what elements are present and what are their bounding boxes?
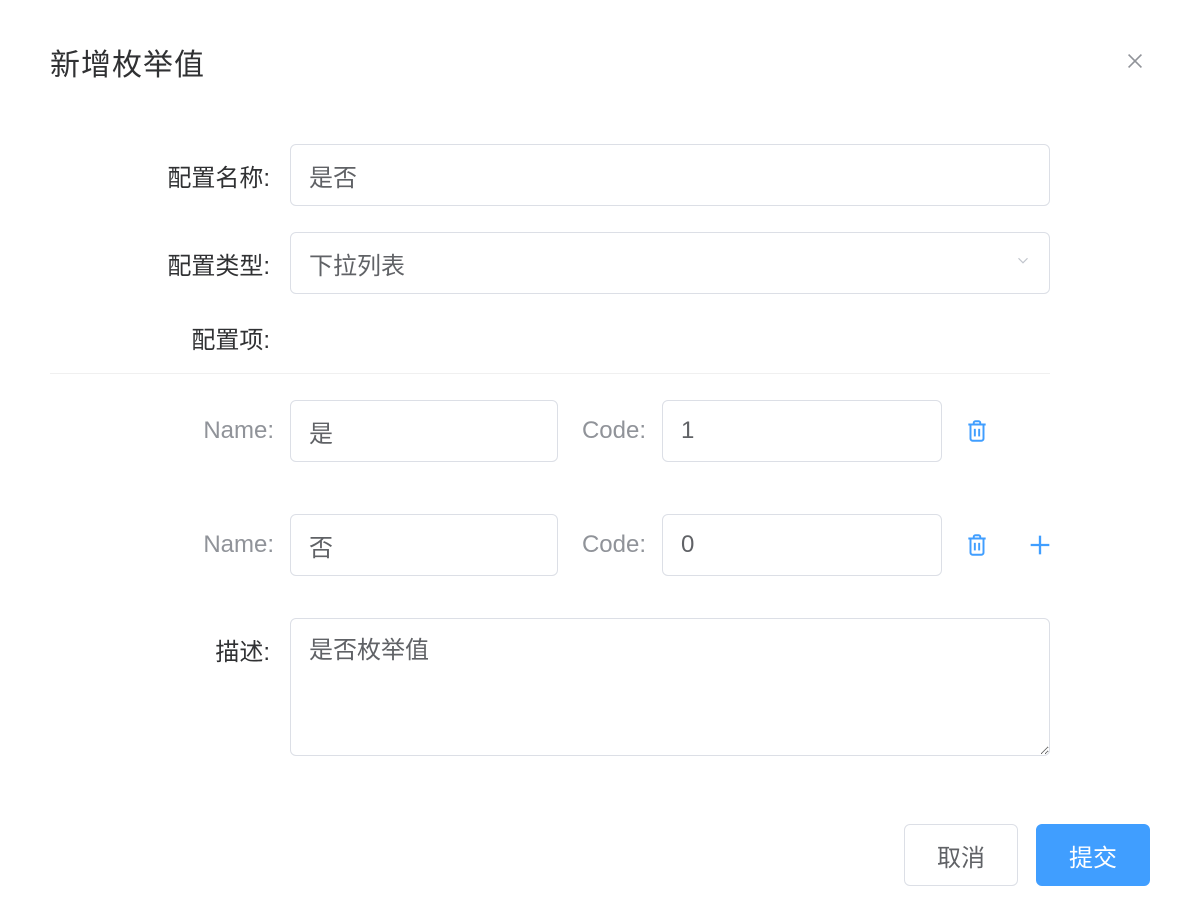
plus-icon [1026, 531, 1054, 559]
watermark-url: www.tiven.cn [1008, 887, 1096, 902]
label-config-items: 配置项: [50, 320, 290, 355]
row-description: 描述: [50, 618, 1050, 761]
delete-item-button[interactable] [964, 418, 990, 444]
modal-header: 新增枚举值 [50, 40, 1150, 84]
label-description: 描述: [50, 618, 290, 667]
input-config-name[interactable] [290, 144, 1050, 206]
add-item-button[interactable] [1026, 531, 1054, 559]
modal-add-enum: 新增枚举值 配置名称: 配置类型: [0, 0, 1200, 922]
modal-title: 新增枚举值 [50, 40, 205, 84]
config-item-row: Name: Code: [50, 514, 1050, 576]
config-item-row: Name: Code: [50, 400, 1050, 462]
label-item-name: Name: [50, 531, 290, 559]
trash-icon [964, 532, 990, 558]
input-item-code[interactable] [662, 400, 942, 462]
select-config-type[interactable] [290, 232, 1050, 294]
input-item-name[interactable] [290, 514, 558, 576]
input-item-name[interactable] [290, 400, 558, 462]
select-config-type-input[interactable] [290, 232, 1050, 294]
label-item-code: Code: [572, 417, 662, 445]
trash-icon [964, 418, 990, 444]
textarea-description[interactable] [290, 618, 1050, 756]
row-config-type: 配置类型: [50, 232, 1050, 294]
modal-footer: 取消 提交 [904, 824, 1150, 886]
delete-item-button[interactable] [964, 532, 990, 558]
input-item-code[interactable] [662, 514, 942, 576]
row-config-items-label: 配置项: [50, 320, 1050, 355]
close-button[interactable] [1120, 46, 1150, 76]
close-icon [1124, 50, 1146, 72]
label-item-code: Code: [572, 531, 662, 559]
label-item-name: Name: [50, 417, 290, 445]
submit-button[interactable]: 提交 [1036, 824, 1150, 886]
label-config-type: 配置类型: [50, 246, 290, 281]
divider [50, 373, 1050, 374]
label-config-name: 配置名称: [50, 158, 290, 193]
cancel-button[interactable]: 取消 [904, 824, 1018, 886]
row-config-name: 配置名称: [50, 144, 1050, 206]
form-body: 配置名称: 配置类型: 配置项: [50, 144, 1150, 761]
